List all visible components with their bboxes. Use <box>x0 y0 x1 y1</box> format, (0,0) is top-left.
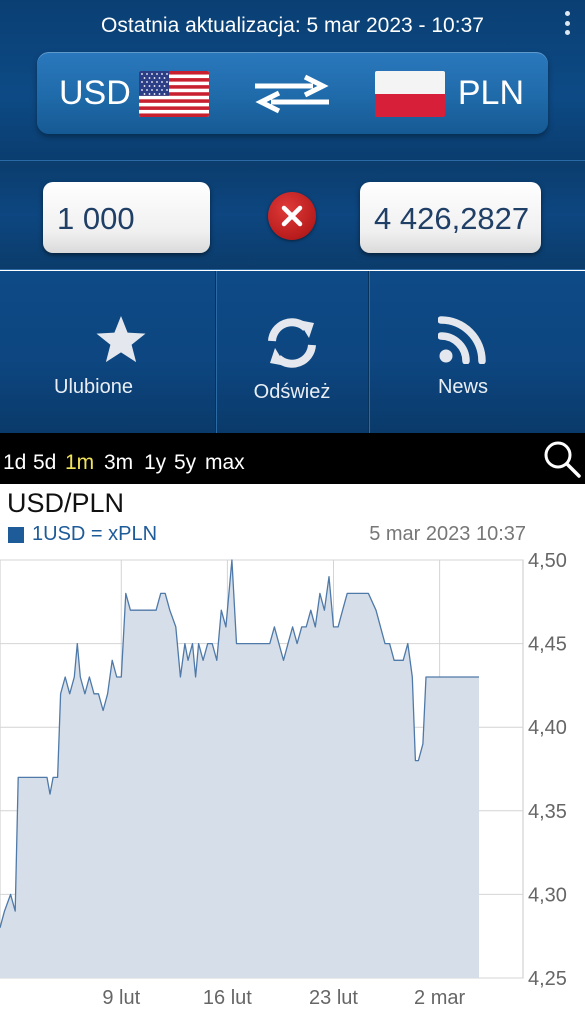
y-tick-label: 4,50 <box>528 550 567 572</box>
favorites-button[interactable]: Ulubione <box>0 271 216 433</box>
star-icon <box>96 316 146 363</box>
range-tab-1d[interactable]: 1d <box>3 451 26 475</box>
range-tab-5d[interactable]: 5d <box>33 451 56 475</box>
legend-swatch <box>8 526 24 543</box>
x-tick-label: 16 lut <box>203 987 252 1009</box>
last-update-text: Ostatnia aktualizacja: 5 mar 2023 - 10:3… <box>101 14 484 37</box>
to-currency-code[interactable]: PLN <box>458 74 524 113</box>
range-tab-5y[interactable]: 5y <box>174 451 196 475</box>
legend-label: 1USD = xPLN <box>32 523 158 545</box>
from-currency-code[interactable]: USD <box>59 74 131 113</box>
currency-pair-selector: USD PLN <box>37 52 548 134</box>
favorites-label: Ulubione <box>54 376 133 398</box>
y-tick-label: 4,30 <box>528 884 567 906</box>
refresh-button[interactable]: Odśwież <box>216 271 369 433</box>
y-tick-label: 4,40 <box>528 717 567 739</box>
x-tick-label: 9 lut <box>102 987 140 1009</box>
range-tabs: 1d 5d 1m 3m 1y 5y max <box>0 433 585 484</box>
chart-legend: 1USD = xPLN <box>8 523 157 546</box>
y-tick-label: 4,35 <box>528 801 567 823</box>
search-icon[interactable] <box>542 439 582 479</box>
chart-timestamp: 5 mar 2023 10:37 <box>369 523 526 545</box>
news-label: News <box>437 376 488 398</box>
refresh-icon <box>268 318 316 368</box>
clear-icon[interactable] <box>268 192 316 240</box>
actions-bar: Ulubione Odśwież News <box>0 271 585 433</box>
overflow-menu-icon[interactable] <box>561 8 573 38</box>
range-tab-3m[interactable]: 3m <box>104 451 133 475</box>
us-flag-icon[interactable] <box>139 71 209 117</box>
chart-title: USD/PLN <box>7 488 125 518</box>
swap-arrows-icon[interactable] <box>253 74 331 114</box>
from-amount-field[interactable]: 1 000 <box>43 182 210 253</box>
pl-flag-icon[interactable] <box>375 71 445 117</box>
y-tick-label: 4,25 <box>528 968 567 990</box>
range-tab-max[interactable]: max <box>205 451 245 475</box>
price-chart[interactable]: 4,50 4,45 4,40 4,35 4,30 4,25 9 lut 16 lut 23 lu… <box>0 550 585 1020</box>
x-tick-label: 2 mar <box>414 987 465 1009</box>
range-tab-1y[interactable]: 1y <box>144 451 166 475</box>
app-header: Ostatnia aktualizacja: 5 mar 2023 - 10:3… <box>0 0 585 160</box>
refresh-label: Odśwież <box>253 381 331 403</box>
range-tab-1m[interactable]: 1m <box>65 451 94 475</box>
to-amount-field[interactable]: 4 426,2827 <box>360 182 541 253</box>
rss-icon <box>438 316 486 364</box>
y-tick-label: 4,45 <box>528 634 567 656</box>
x-tick-label: 23 lut <box>309 987 358 1009</box>
news-button[interactable]: News <box>369 271 585 433</box>
